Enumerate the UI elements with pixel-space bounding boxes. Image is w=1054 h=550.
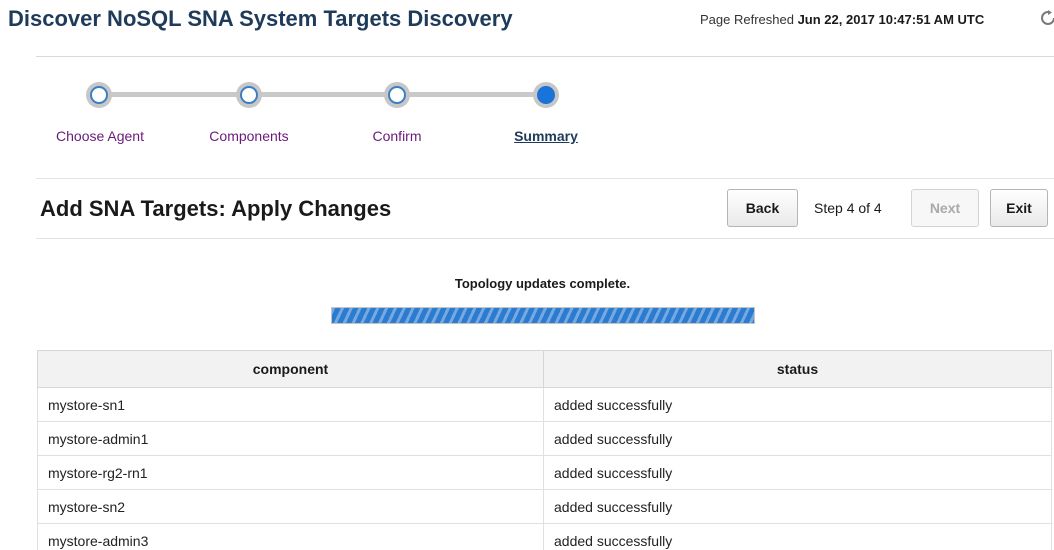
table-row[interactable]: mystore-sn2 added successfully	[37, 489, 1052, 524]
table-row[interactable]: mystore-admin3 added successfully	[37, 523, 1052, 550]
results-table: component status mystore-sn1 added succe…	[37, 350, 1052, 550]
progress-message: Topology updates complete.	[454, 276, 631, 291]
train-stop-confirm[interactable]	[384, 82, 410, 108]
component-cell: mystore-sn2	[37, 489, 544, 524]
component-cell: mystore-admin3	[37, 523, 544, 550]
next-button: Next	[911, 189, 979, 227]
status-cell: added successfully	[543, 455, 1052, 490]
refreshed-label: Page Refreshed	[700, 12, 794, 27]
table-row[interactable]: mystore-rg2-rn1 added successfully	[37, 455, 1052, 490]
page: Discover NoSQL SNA System Targets Discov…	[0, 0, 1054, 550]
train-connector	[100, 92, 546, 97]
status-cell: added successfully	[543, 421, 1052, 456]
train-divider	[36, 178, 1054, 179]
train-stop-dot	[90, 86, 108, 104]
train-label-choose-agent[interactable]: Choose Agent	[56, 128, 144, 144]
train-label-components[interactable]: Components	[209, 128, 288, 144]
table-row[interactable]: mystore-admin1 added successfully	[37, 421, 1052, 456]
status-cell: added successfully	[543, 489, 1052, 524]
train-stop-dot-current	[537, 86, 555, 104]
component-cell: mystore-admin1	[37, 421, 544, 456]
train-label-confirm[interactable]: Confirm	[372, 128, 421, 144]
column-header-status[interactable]: status	[543, 350, 1052, 388]
back-button[interactable]: Back	[727, 189, 798, 227]
section-divider	[36, 238, 1054, 239]
status-cell: added successfully	[543, 523, 1052, 550]
train-stop-dot	[240, 86, 258, 104]
header-divider	[36, 56, 1054, 57]
progress-bar	[331, 307, 755, 324]
train-stop-choose-agent[interactable]	[86, 82, 112, 108]
column-header-component[interactable]: component	[37, 350, 544, 388]
progress-bar-fill	[332, 308, 754, 323]
table-row[interactable]: mystore-sn1 added successfully	[37, 387, 1052, 422]
exit-button[interactable]: Exit	[990, 189, 1048, 227]
page-refreshed-info: Page Refreshed Jun 22, 2017 10:47:51 AM …	[700, 12, 984, 27]
refresh-icon[interactable]	[1040, 10, 1054, 26]
train-stop-dot	[388, 86, 406, 104]
section-title: Add SNA Targets: Apply Changes	[40, 196, 392, 221]
process-train: Choose Agent Components Confirm Summary	[36, 76, 636, 156]
page-title: Discover NoSQL SNA System Targets Discov…	[8, 6, 513, 31]
status-cell: added successfully	[543, 387, 1052, 422]
train-stop-components[interactable]	[236, 82, 262, 108]
component-cell: mystore-sn1	[37, 387, 544, 422]
step-indicator: Step 4 of 4	[814, 200, 882, 216]
component-cell: mystore-rg2-rn1	[37, 455, 544, 490]
train-label-summary: Summary	[514, 128, 578, 144]
train-stop-summary	[533, 82, 559, 108]
refreshed-timestamp: Jun 22, 2017 10:47:51 AM UTC	[797, 12, 985, 27]
table-header-row: component status	[37, 350, 1052, 388]
